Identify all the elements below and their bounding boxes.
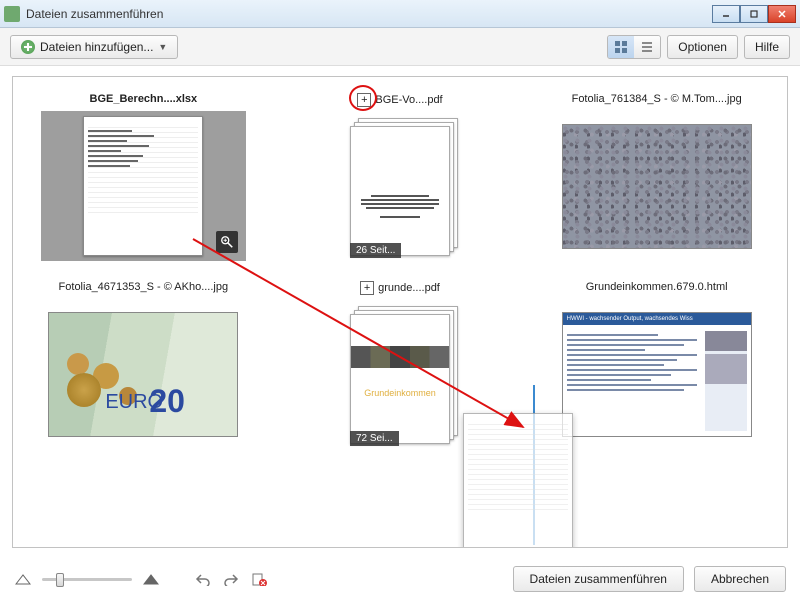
close-button[interactable] (768, 5, 796, 23)
file-name: Fotolia_761384_S - © M.Tom....jpg (572, 93, 742, 105)
crowd-image (562, 124, 752, 249)
file-name: Grundeinkommen.679.0.html (586, 281, 728, 293)
file-thumb[interactable]: HWWI - wachsender Output, wachsendes Wis… (554, 299, 759, 449)
zoom-out-icon[interactable] (14, 571, 32, 587)
page-count-badge: 26 Seit... (350, 243, 401, 258)
window-titlebar: Dateien zusammenführen (0, 0, 800, 28)
file-thumb[interactable]: 26 Seit... (297, 113, 502, 263)
cancel-button[interactable]: Abbrechen (694, 566, 786, 592)
file-item[interactable]: Fotolia_4671353_S - © AKho....jpg EURO (25, 281, 262, 451)
file-item[interactable]: + BGE-Vo....pdf 26 Seit... (282, 93, 519, 263)
file-name: BGE_Berechn....xlsx (90, 93, 198, 105)
footer-bar: Dateien zusammenführen Abbrechen (0, 558, 800, 600)
zoom-in-icon[interactable] (142, 571, 160, 587)
options-button[interactable]: Optionen (667, 35, 738, 59)
file-thumb[interactable] (41, 111, 246, 261)
file-thumb[interactable]: EURO (41, 299, 246, 449)
money-image: EURO (48, 312, 238, 437)
currency-word: EURO (105, 391, 163, 414)
list-view-button[interactable] (634, 36, 660, 58)
add-files-label: Dateien hinzufügen... (40, 40, 153, 54)
expand-pages-button[interactable]: + (357, 93, 371, 107)
remove-button[interactable] (250, 571, 268, 587)
file-item[interactable]: Grundeinkommen.679.0.html HWWI - wachsen… (538, 281, 775, 451)
drag-ghost (463, 413, 573, 548)
webpage-thumb: HWWI - wachsender Output, wachsendes Wis… (562, 312, 752, 437)
redo-button[interactable] (222, 571, 240, 587)
pdf-cover-title: Grundeinkommen (364, 388, 436, 398)
page-count-badge: 72 Sei... (350, 431, 399, 446)
toolbar: Dateien hinzufügen... ▼ Optionen Hilfe (0, 28, 800, 66)
merge-button[interactable]: Dateien zusammenführen (513, 566, 684, 592)
file-grid-frame: BGE_Berechn....xlsx (12, 76, 788, 548)
window-title: Dateien zusammenführen (26, 7, 712, 21)
chevron-down-icon: ▼ (158, 42, 167, 52)
help-button[interactable]: Hilfe (744, 35, 790, 59)
add-files-icon (21, 40, 35, 54)
expand-pages-button[interactable]: + (360, 281, 374, 295)
file-item[interactable]: BGE_Berechn....xlsx (25, 93, 262, 263)
zoom-slider[interactable] (42, 578, 132, 581)
zoom-icon[interactable] (216, 231, 238, 253)
minimize-button[interactable] (712, 5, 740, 23)
thumbnail-view-button[interactable] (608, 36, 634, 58)
file-name: grunde....pdf (378, 282, 440, 294)
add-files-button[interactable]: Dateien hinzufügen... ▼ (10, 35, 178, 59)
webpage-header: HWWI - wachsender Output, wachsendes Wis… (563, 313, 751, 325)
file-item[interactable]: Fotolia_761384_S - © M.Tom....jpg (538, 93, 775, 263)
file-name: BGE-Vo....pdf (375, 94, 442, 106)
maximize-button[interactable] (740, 5, 768, 23)
undo-button[interactable] (194, 571, 212, 587)
app-icon (4, 6, 20, 22)
view-toggle (607, 35, 661, 59)
file-thumb[interactable] (554, 111, 759, 261)
file-name: Fotolia_4671353_S - © AKho....jpg (59, 281, 229, 293)
